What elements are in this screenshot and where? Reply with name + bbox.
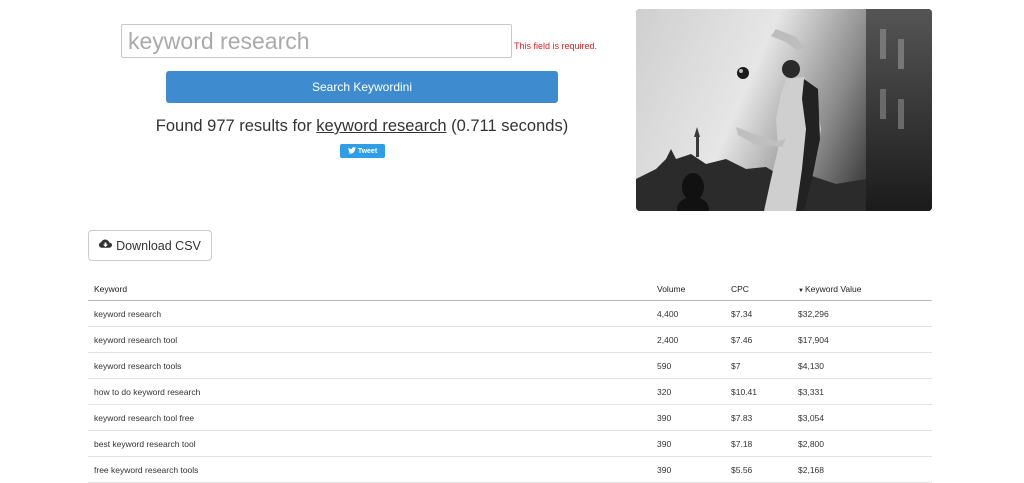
volume-cell: 390 [651, 456, 725, 483]
keyword-cell: keyword research tool free [88, 404, 651, 431]
keyword-cell: keyword research [88, 300, 651, 327]
volume-cell: 4,400 [651, 300, 725, 327]
sort-desc-icon: ▼ [798, 288, 804, 294]
keyword-cell: keyword research tool [88, 326, 651, 353]
search-input[interactable] [121, 24, 512, 58]
cpc-cell: $10.41 [725, 378, 792, 405]
table-row: free keyword research tools 390 $5.56 $2… [88, 456, 932, 483]
table-row: best keyword research tool 390 $7.18 $2,… [88, 430, 932, 457]
cpc-cell: $7.18 [725, 430, 792, 457]
column-header-keyword-value[interactable]: ▼Keyword Value [792, 278, 932, 301]
results-summary: Found 977 results for keyword research (… [100, 117, 624, 136]
results-table: Keyword Volume CPC ▼Keyword Value keywor… [88, 278, 932, 483]
column-header-keyword[interactable]: Keyword [88, 278, 651, 301]
table-row: keyword research 4,400 $7.34 $32,296 [88, 300, 932, 327]
value-cell: $2,168 [792, 456, 932, 483]
keyword-cell: free keyword research tools [88, 456, 651, 483]
value-cell: $4,130 [792, 352, 932, 379]
table-row: keyword research tools 590 $7 $4,130 [88, 352, 932, 379]
download-csv-button[interactable]: Download CSV [88, 230, 212, 261]
keyword-cell: keyword research tools [88, 352, 651, 379]
volume-cell: 320 [651, 378, 725, 405]
cloud-download-icon [99, 239, 113, 253]
query-link[interactable]: keyword research [316, 117, 446, 135]
column-header-cpc[interactable]: CPC [725, 278, 792, 301]
results-count-text: Found 977 results for [155, 117, 317, 135]
tweet-label: Tweet [357, 147, 378, 155]
cpc-cell: $5.56 [725, 456, 792, 483]
volume-cell: 390 [651, 430, 725, 457]
value-cell: $17,904 [792, 326, 932, 353]
keyword-cell: how to do keyword research [88, 378, 651, 405]
twitter-bird-icon [347, 146, 356, 156]
table-header-row: Keyword Volume CPC ▼Keyword Value [88, 278, 932, 301]
tweet-button[interactable]: Tweet [340, 144, 385, 158]
volume-cell: 2,400 [651, 326, 725, 353]
column-header-keyword-value-label: Keyword Value [804, 284, 862, 294]
validation-error: This field is required. [514, 41, 598, 51]
value-cell: $3,054 [792, 404, 932, 431]
column-header-volume[interactable]: Volume [651, 278, 725, 301]
download-csv-label: Download CSV [116, 238, 201, 253]
results-time-text: (0.711 seconds) [446, 117, 569, 135]
search-button[interactable]: Search Keywordini [166, 71, 558, 103]
volume-cell: 390 [651, 404, 725, 431]
volume-cell: 590 [651, 352, 725, 379]
keyword-cell: best keyword research tool [88, 430, 651, 457]
cpc-cell: $7.34 [725, 300, 792, 327]
value-cell: $3,331 [792, 378, 932, 405]
cpc-cell: $7.46 [725, 326, 792, 353]
cpc-cell: $7 [725, 352, 792, 379]
table-row: keyword research tool free 390 $7.83 $3,… [88, 404, 932, 431]
value-cell: $2,800 [792, 430, 932, 457]
value-cell: $32,296 [792, 300, 932, 327]
hero-photo [636, 9, 932, 211]
cpc-cell: $7.83 [725, 404, 792, 431]
table-row: keyword research tool 2,400 $7.46 $17,90… [88, 326, 932, 353]
table-row: how to do keyword research 320 $10.41 $3… [88, 378, 932, 405]
